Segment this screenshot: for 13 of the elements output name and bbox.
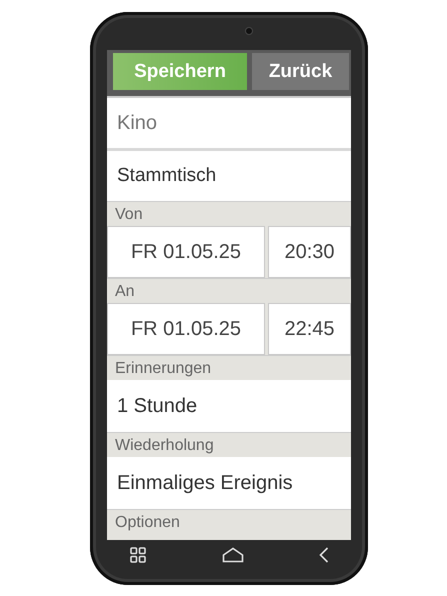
time-field[interactable]: 20:30	[268, 226, 351, 278]
title-field[interactable]: Kino	[107, 96, 351, 148]
time-field[interactable]: 22:45	[268, 303, 351, 355]
back-icon[interactable]	[319, 547, 329, 563]
location-field[interactable]: Stammtisch	[107, 148, 351, 201]
apps-icon[interactable]	[130, 547, 146, 563]
select-field[interactable]: 1 Stunde	[107, 380, 351, 432]
select-field[interactable]: Einmaliges Ereignis	[107, 457, 351, 509]
date-field[interactable]: FR 01.05.25	[107, 303, 265, 355]
home-icon[interactable]	[222, 547, 244, 563]
date-field[interactable]: FR 01.05.25	[107, 226, 265, 278]
toolbar-button[interactable]: Zurück	[252, 53, 349, 90]
camera-icon	[245, 27, 253, 35]
